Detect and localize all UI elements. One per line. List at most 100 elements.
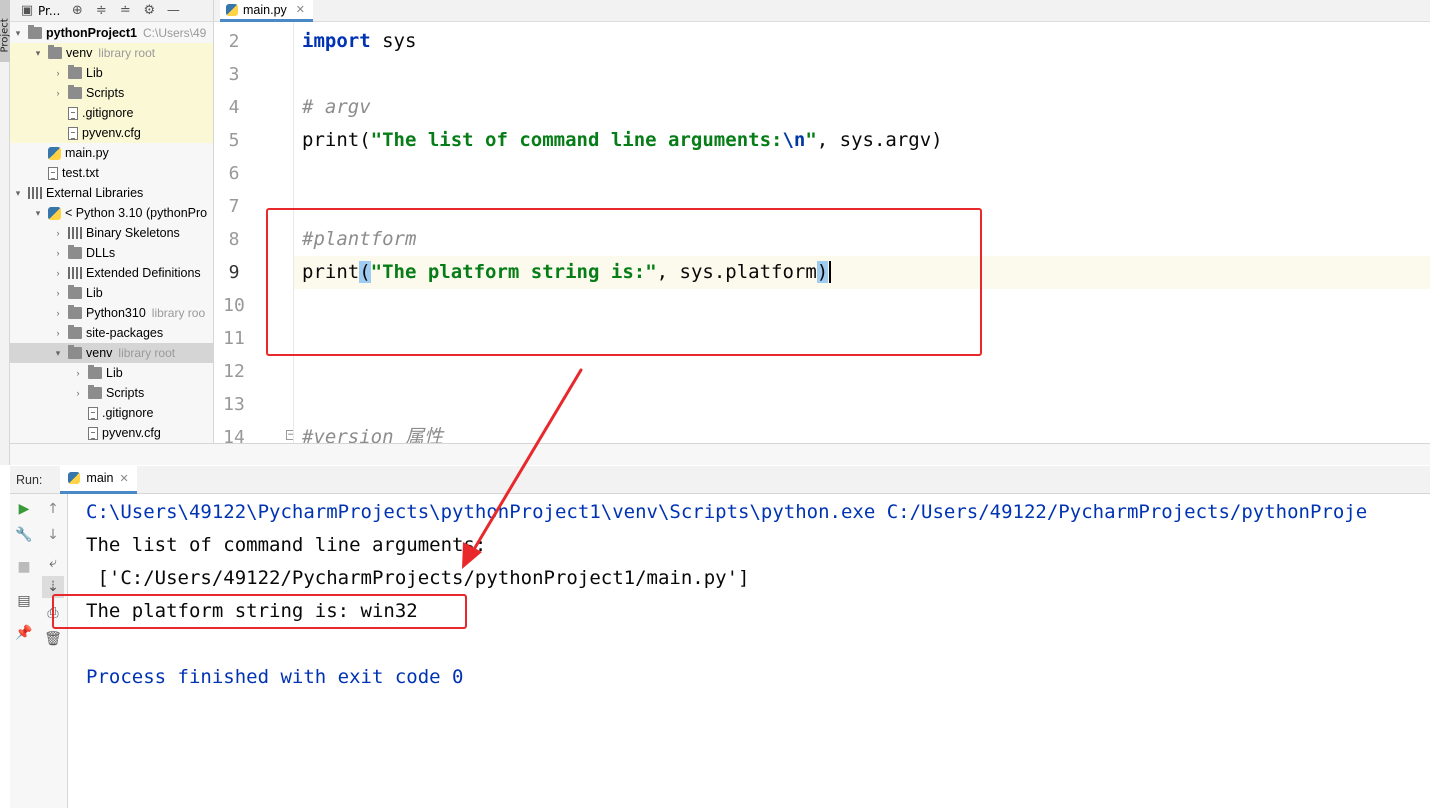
chevron-right-icon[interactable]: › xyxy=(52,88,64,98)
close-icon[interactable]: ✕ xyxy=(296,3,305,16)
chevron-right-icon[interactable]: › xyxy=(52,248,64,258)
trash-icon[interactable]: 🗑 xyxy=(42,628,64,650)
tree-item-label: pythonProject1 xyxy=(46,26,137,40)
tree-item[interactable]: › Lib xyxy=(10,363,213,383)
tree-item[interactable]: › DLLs xyxy=(10,243,213,263)
line-number: 4 xyxy=(228,97,240,118)
tree-item[interactable]: › Scripts xyxy=(10,83,213,103)
chevron-right-icon[interactable]: › xyxy=(52,308,64,318)
run-toolbar: ▶ ↑ 🔧 ↓ ■ ⤶ ▤ ⇣ 📌 ⎙ 🗑 xyxy=(10,494,68,808)
project-tool-tab[interactable]: Project xyxy=(0,0,11,62)
chevron-right-icon[interactable]: › xyxy=(52,328,64,338)
lib-icon xyxy=(28,187,42,199)
line-number: 6 xyxy=(228,163,240,184)
file-icon xyxy=(88,406,98,420)
annotation-box-output xyxy=(52,594,467,629)
code-line-5[interactable]: print("The list of command line argument… xyxy=(294,124,1430,157)
tree-item-label: Scripts xyxy=(106,386,145,400)
panel-splitter[interactable] xyxy=(10,443,1430,465)
run-label: Run: xyxy=(16,472,43,487)
tree-item-label: site-packages xyxy=(86,326,164,340)
collapse-all-icon[interactable]: ≐ xyxy=(118,3,132,18)
tree-item[interactable]: › Extended Definitions xyxy=(10,263,213,283)
run-tab-main[interactable]: main ✕ xyxy=(60,465,137,494)
python-run-icon xyxy=(68,472,81,484)
hide-icon[interactable]: — xyxy=(166,3,180,18)
soft-wrap-icon[interactable]: ⤶ xyxy=(42,552,64,574)
editor-tab-bar: main.py ✕ xyxy=(214,0,1430,22)
tree-item[interactable]: › Scripts xyxy=(10,383,213,403)
project-tool-tab-label: Project xyxy=(0,18,11,53)
tree-item[interactable]: › Lib xyxy=(10,63,213,83)
tree-item-label: venv xyxy=(66,46,93,60)
tree-item-label: External Libraries xyxy=(46,186,144,200)
code-line-2[interactable]: import sys xyxy=(294,25,1430,58)
close-icon[interactable]: ✕ xyxy=(120,472,129,485)
down-icon[interactable]: ↓ xyxy=(42,524,64,546)
folder-icon xyxy=(68,285,82,299)
project-view-title[interactable]: Pr... xyxy=(38,4,60,18)
chevron-down-icon[interactable]: ▾ xyxy=(52,348,64,359)
tree-item-label: Lib xyxy=(86,286,103,300)
fold-icon[interactable]: − xyxy=(286,430,293,440)
tree-item[interactable]: › site-packages xyxy=(10,323,213,343)
annotation-box-code xyxy=(266,208,982,356)
chevron-right-icon[interactable]: › xyxy=(52,228,64,238)
run-console[interactable]: C:\Users\49122\PycharmProjects\pythonPro… xyxy=(68,494,1430,808)
line-number: 10 xyxy=(223,295,245,316)
tree-item-hint: library root xyxy=(98,46,156,60)
up-icon[interactable]: ↑ xyxy=(42,498,64,520)
tab-main-py[interactable]: main.py ✕ xyxy=(220,0,313,22)
tree-item-hint: library root xyxy=(118,346,176,360)
chevron-right-icon[interactable]: › xyxy=(72,368,84,378)
tree-item[interactable]: ▾ < Python 3.10 (pythonPro xyxy=(10,203,213,223)
chevron-right-icon[interactable]: › xyxy=(72,388,84,398)
expand-all-icon[interactable]: ≑ xyxy=(94,3,108,18)
rerun-icon[interactable]: ▶ xyxy=(13,498,35,520)
line-number: 12 xyxy=(223,361,245,382)
pin-icon[interactable]: 📌 xyxy=(13,622,35,644)
folder-icon xyxy=(48,45,62,59)
folder-icon xyxy=(68,345,82,359)
tree-item[interactable]: pyvenv.cfg xyxy=(10,123,213,143)
chevron-right-icon[interactable]: › xyxy=(52,268,64,278)
project-view-icon[interactable]: ▣ xyxy=(20,3,34,18)
code-line-4[interactable]: # argv xyxy=(294,91,1430,124)
tree-item[interactable]: ▾ venv library root xyxy=(10,343,213,363)
tree-item-label: Python310 xyxy=(86,306,146,320)
wrench-icon[interactable]: 🔧 xyxy=(13,524,35,546)
project-panel: ▣ Pr... ⊕ ≑ ≐ ⚙ — ▾ pythonProject1 C:\User… xyxy=(10,0,214,465)
tree-item[interactable]: main.py xyxy=(10,143,213,163)
chevron-right-icon[interactable]: › xyxy=(52,288,64,298)
tree-item[interactable]: .gitignore xyxy=(10,103,213,123)
tree-item[interactable]: › Python310 library roo xyxy=(10,303,213,323)
run-panel-header: Run: main ✕ xyxy=(10,465,1430,494)
tree-item[interactable]: ▾ pythonProject1 C:\Users\49 xyxy=(10,23,213,43)
code-line-14[interactable]: #version 属性 xyxy=(294,421,1430,443)
chevron-down-icon[interactable]: ▾ xyxy=(12,188,24,199)
tree-item[interactable]: › Lib xyxy=(10,283,213,303)
tree-item[interactable]: .gitignore xyxy=(10,403,213,423)
tree-item[interactable]: ▾ External Libraries xyxy=(10,183,213,203)
layout-icon[interactable]: ▤ xyxy=(13,590,35,612)
tree-item[interactable]: pyvenv.cfg xyxy=(10,423,213,443)
line-number: 5 xyxy=(228,130,240,151)
chevron-down-icon[interactable]: ▾ xyxy=(12,28,24,39)
chevron-down-icon[interactable]: ▾ xyxy=(32,208,44,219)
gear-icon[interactable]: ⚙ xyxy=(142,3,156,18)
folder-icon xyxy=(68,305,82,319)
tree-item-label: Binary Skeletons xyxy=(86,226,180,240)
locate-icon[interactable]: ⊕ xyxy=(70,3,84,18)
chevron-right-icon[interactable]: › xyxy=(52,68,64,78)
stop-icon[interactable]: ■ xyxy=(13,556,35,578)
tree-item-label: pyvenv.cfg xyxy=(82,126,141,140)
tree-item[interactable]: › Binary Skeletons xyxy=(10,223,213,243)
tree-item[interactable]: test.txt xyxy=(10,163,213,183)
chevron-down-icon[interactable]: ▾ xyxy=(32,48,44,59)
lib-icon xyxy=(68,267,82,279)
line-number: 7 xyxy=(228,196,240,217)
tree-item[interactable]: ▾ venv library root xyxy=(10,43,213,63)
folder-icon xyxy=(68,85,82,99)
line-number: 2 xyxy=(228,31,240,52)
console-output-line: The list of command line arguments: xyxy=(86,534,487,556)
